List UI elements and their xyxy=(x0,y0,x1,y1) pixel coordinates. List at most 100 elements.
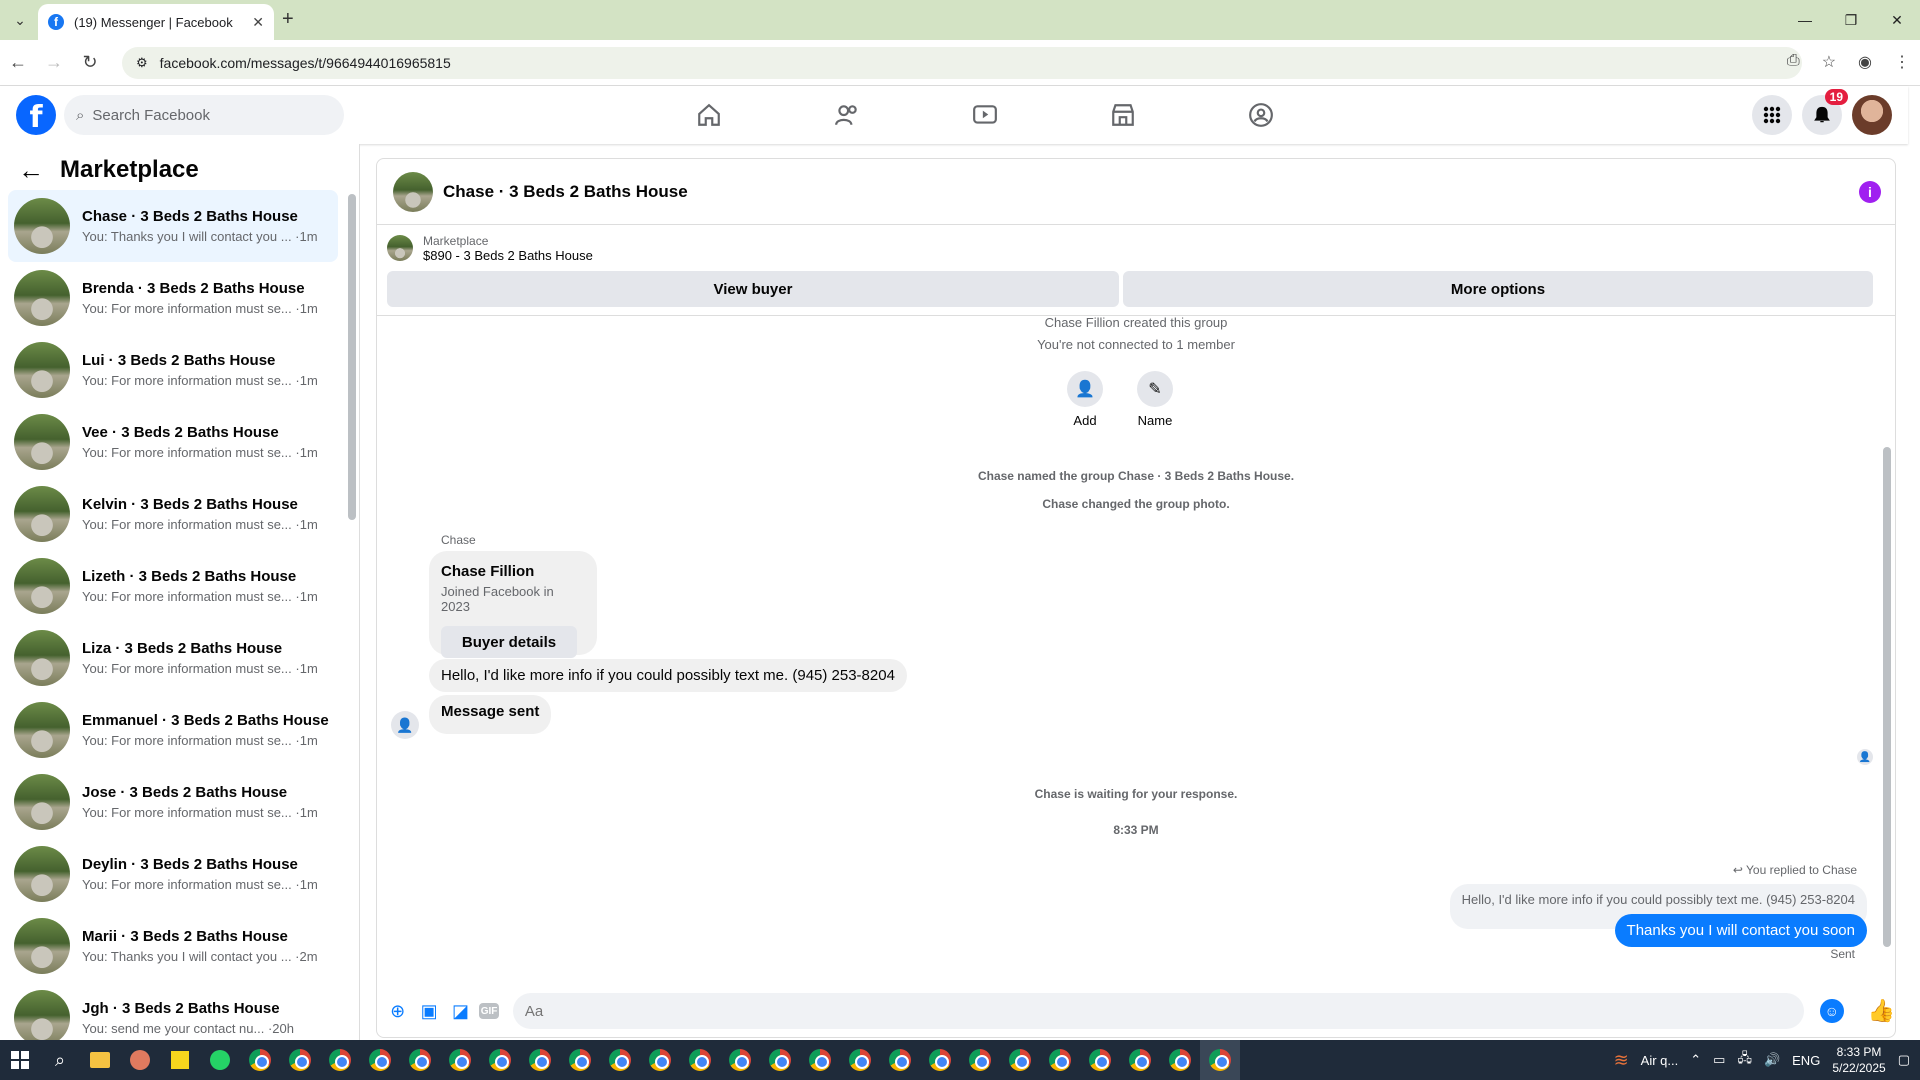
chrome-icon[interactable] xyxy=(400,1040,440,1080)
conversation-item[interactable]: Deylin · 3 Beds 2 Baths House You: For mo… xyxy=(8,838,338,910)
chat-title[interactable]: Chase · 3 Beds 2 Baths House xyxy=(443,182,688,202)
add-member-button[interactable]: 👤 Add xyxy=(1067,371,1103,428)
chrome-icon[interactable] xyxy=(240,1040,280,1080)
message-input[interactable] xyxy=(512,993,1805,1029)
language-indicator[interactable]: ENG xyxy=(1792,1053,1820,1068)
conversation-item[interactable]: Brenda · 3 Beds 2 Baths House You: For mo… xyxy=(8,262,338,334)
close-tab-icon[interactable]: ✕ xyxy=(252,14,264,31)
chrome-icon[interactable] xyxy=(640,1040,680,1080)
install-app-icon[interactable]: ⎙ xyxy=(1787,52,1800,72)
sticker-icon[interactable]: ◪ xyxy=(448,998,473,1024)
conversation-item[interactable]: Emmanuel · 3 Beds 2 Baths House You: For … xyxy=(8,694,338,766)
chrome-icon[interactable] xyxy=(560,1040,600,1080)
chrome-icon[interactable] xyxy=(280,1040,320,1080)
minimize-button[interactable]: — xyxy=(1782,0,1828,40)
conversation-item[interactable]: Chase · 3 Beds 2 Baths House You: Thanks … xyxy=(8,190,338,262)
conversation-item[interactable]: Marii · 3 Beds 2 Baths House You: Thanks … xyxy=(8,910,338,982)
chrome-icon[interactable] xyxy=(800,1040,840,1080)
incoming-message[interactable]: Hello, I'd like more info if you could p… xyxy=(429,659,907,692)
reload-button[interactable]: ↻ xyxy=(72,52,108,73)
chrome-icon[interactable] xyxy=(960,1040,1000,1080)
chrome-icon[interactable] xyxy=(720,1040,760,1080)
chrome-icon[interactable] xyxy=(440,1040,480,1080)
volume-icon[interactable]: 🔊 xyxy=(1764,1052,1780,1068)
conversation-item[interactable]: Kelvin · 3 Beds 2 Baths House You: For mo… xyxy=(8,478,338,550)
name-group-button[interactable]: ✎ Name xyxy=(1137,371,1173,428)
chrome-icon[interactable] xyxy=(920,1040,960,1080)
chat-avatar[interactable] xyxy=(393,171,433,212)
browser-tab[interactable]: f (19) Messenger | Facebook ✕ xyxy=(38,4,274,40)
account-avatar[interactable] xyxy=(1852,95,1892,135)
notification-center-icon[interactable]: ▢ xyxy=(1898,1052,1910,1068)
more-options-button[interactable]: More options xyxy=(1123,271,1873,307)
tab-search-button[interactable]: ⌄ xyxy=(0,0,40,40)
forward-button[interactable]: → xyxy=(36,52,72,73)
gif-icon[interactable]: GIF xyxy=(479,1003,499,1019)
chrome-icon[interactable] xyxy=(1160,1040,1200,1080)
menu-button[interactable] xyxy=(1752,95,1792,135)
photo-icon[interactable]: ▣ xyxy=(416,998,441,1024)
outgoing-message[interactable]: Thanks you I will contact you soon xyxy=(1614,914,1867,947)
view-buyer-button[interactable]: View buyer xyxy=(387,271,1119,307)
back-button[interactable]: ← xyxy=(0,52,36,73)
site-info-icon[interactable]: ⚙ xyxy=(136,55,148,71)
whatsapp-icon[interactable] xyxy=(200,1040,240,1080)
sticky-notes-icon[interactable] xyxy=(160,1040,200,1080)
sidebar-scrollbar[interactable] xyxy=(348,194,356,520)
network-icon[interactable]: 🖧 xyxy=(1737,1049,1752,1071)
chrome-icon[interactable] xyxy=(1080,1040,1120,1080)
conversation-item[interactable]: Liza · 3 Beds 2 Baths House You: For more… xyxy=(8,622,338,694)
url-bar[interactable]: ⚙ facebook.com/messages/t/96649440169658… xyxy=(122,47,1802,79)
chrome-icon[interactable] xyxy=(1120,1040,1160,1080)
chrome-icon[interactable] xyxy=(880,1040,920,1080)
emoji-icon[interactable]: ☺ xyxy=(1820,999,1844,1023)
chrome-icon[interactable] xyxy=(760,1040,800,1080)
chrome-icon[interactable] xyxy=(840,1040,880,1080)
taskbar-search-icon[interactable]: ⌕ xyxy=(40,1040,80,1080)
clock[interactable]: 8:33 PM 5/22/2025 xyxy=(1832,1044,1885,1076)
listing-thumbnail[interactable] xyxy=(387,235,413,261)
new-tab-button[interactable]: + xyxy=(282,8,294,31)
display-icon[interactable]: ▭ xyxy=(1713,1052,1725,1068)
listing-title[interactable]: $890 - 3 Beds 2 Baths House xyxy=(423,248,593,263)
chrome-icon[interactable] xyxy=(1040,1040,1080,1080)
buyer-details-button[interactable]: Buyer details xyxy=(441,626,577,658)
conversation-item[interactable]: Lizeth · 3 Beds 2 Baths House You: For mo… xyxy=(8,550,338,622)
chrome-icon[interactable] xyxy=(680,1040,720,1080)
conversation-item[interactable]: Jose · 3 Beds 2 Baths House You: For more… xyxy=(8,766,338,838)
notifications-button[interactable]: 19 xyxy=(1802,89,1848,135)
chrome-icon[interactable] xyxy=(520,1040,560,1080)
chevron-up-icon[interactable]: ⌃ xyxy=(1690,1052,1701,1068)
conversation-item[interactable]: Lui · 3 Beds 2 Baths House You: For more … xyxy=(8,334,338,406)
windows-start-icon[interactable] xyxy=(0,1040,40,1080)
chrome-icon[interactable] xyxy=(320,1040,360,1080)
thumbs-up-icon[interactable]: 👍 xyxy=(1868,998,1895,1024)
weather-icon[interactable]: ≋ xyxy=(1614,1050,1629,1071)
back-arrow-icon[interactable]: ← xyxy=(18,155,44,186)
profile-icon[interactable]: ◉ xyxy=(1858,52,1872,72)
info-icon[interactable]: i xyxy=(1859,181,1881,203)
nav-video[interactable] xyxy=(916,86,1054,144)
file-explorer-icon[interactable] xyxy=(80,1040,120,1080)
maximize-button[interactable]: ❐ xyxy=(1828,0,1874,40)
menu-dots-icon[interactable]: ⋮ xyxy=(1894,52,1910,72)
chrome-icon[interactable] xyxy=(360,1040,400,1080)
bookmark-star-icon[interactable]: ☆ xyxy=(1822,52,1836,72)
chrome-icon[interactable] xyxy=(1000,1040,1040,1080)
chrome-icon[interactable] xyxy=(1200,1040,1240,1080)
incoming-message[interactable]: Message sent xyxy=(429,695,552,734)
nav-marketplace[interactable] xyxy=(1054,86,1192,144)
paint-icon[interactable] xyxy=(120,1040,160,1080)
chrome-icon[interactable] xyxy=(600,1040,640,1080)
nav-friends[interactable] xyxy=(778,86,916,144)
weather-text[interactable]: Air q... xyxy=(1641,1053,1679,1068)
plus-circle-icon[interactable]: ⊕ xyxy=(385,998,410,1024)
close-window-button[interactable]: ✕ xyxy=(1874,0,1920,40)
nav-home[interactable] xyxy=(640,86,778,144)
facebook-logo-icon[interactable]: f xyxy=(16,95,56,135)
nav-groups[interactable] xyxy=(1192,86,1330,144)
search-input[interactable]: ⌕ Search Facebook xyxy=(64,95,344,135)
chrome-icon[interactable] xyxy=(480,1040,520,1080)
chat-scrollbar[interactable] xyxy=(1883,447,1891,947)
conversation-item[interactable]: Vee · 3 Beds 2 Baths House You: For more … xyxy=(8,406,338,478)
